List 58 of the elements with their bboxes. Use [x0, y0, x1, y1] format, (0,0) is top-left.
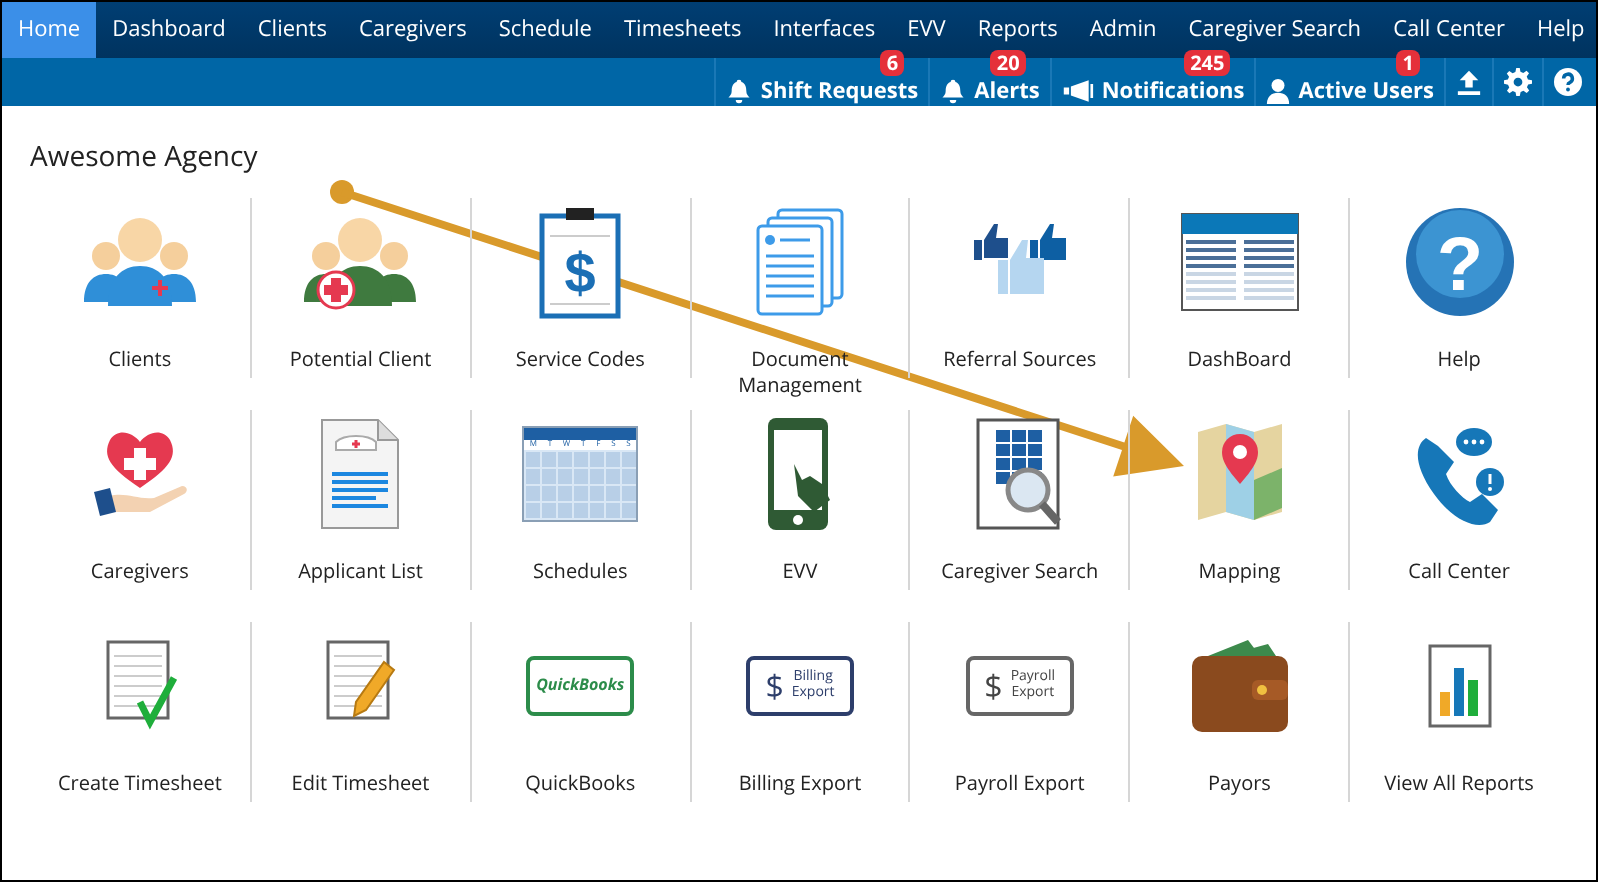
app-tile[interactable]: Document Management — [691, 198, 909, 398]
toolbar-button[interactable]: Notifications 245 — [1049, 58, 1255, 106]
dollar-sign: $ — [765, 670, 784, 702]
smartphone-touch-icon — [765, 416, 834, 532]
app-tile[interactable]: Potential Client — [251, 198, 470, 372]
toolbar-button[interactable]: Shift Requests 6 — [714, 58, 929, 106]
calendar-grid-drawing — [524, 450, 637, 520]
logo-text: QuickBooks — [536, 674, 625, 698]
nav-tab[interactable]: Admin — [1073, 2, 1173, 58]
megaphone-icon — [1061, 78, 1094, 104]
toolbar-button[interactable]: Active Users 1 — [1254, 58, 1444, 106]
app-tile[interactable]: Caregivers — [30, 410, 250, 584]
wallet-icon — [1187, 636, 1292, 736]
user-icon — [1266, 78, 1291, 104]
dollar-sign: $ — [984, 670, 1003, 702]
app-tile[interactable]: Clients — [30, 198, 250, 372]
toolbar-button[interactable]: Alerts 20 — [928, 58, 1050, 106]
bell-icon — [940, 78, 967, 104]
nav-tab[interactable]: Help — [1520, 2, 1596, 58]
app-tile[interactable]: Referral Sources — [910, 198, 1129, 372]
agency-title: Awesome Agency — [30, 136, 260, 178]
app-tile[interactable]: DashBoard — [1130, 198, 1349, 372]
app-tile[interactable]: QuickBooks QuickBooks — [471, 622, 690, 796]
upload-icon[interactable] — [1456, 68, 1482, 96]
app-tile[interactable]: ? Help — [1350, 198, 1568, 372]
count-badge: 20 — [990, 50, 1026, 76]
bar-chart-report-icon — [1427, 644, 1492, 728]
nav-tab[interactable]: Clients — [241, 2, 343, 58]
nav-tab[interactable]: Dashboard — [96, 2, 242, 58]
table-icon — [1179, 212, 1300, 312]
nav-tab[interactable]: Schedule — [482, 2, 608, 58]
heart-in-hand-icon — [89, 428, 190, 520]
people-with-cross-icon — [304, 214, 417, 310]
app-tile[interactable]: $ Service Codes — [471, 198, 690, 372]
nav-tab[interactable]: Caregivers — [342, 2, 483, 58]
people-icon — [83, 214, 196, 310]
help-icon[interactable] — [1554, 68, 1582, 96]
app-tile[interactable]: Applicant List — [251, 410, 470, 584]
documents-icon — [753, 206, 846, 318]
app-tile[interactable]: View All Reports — [1350, 622, 1568, 796]
app-tile[interactable]: Mapping — [1130, 410, 1349, 584]
count-badge: 1 — [1396, 50, 1420, 76]
app-tile[interactable]: Call Center — [1350, 410, 1568, 584]
bell-icon — [726, 78, 753, 104]
settings-icon[interactable] — [1504, 68, 1532, 96]
magnifier-over-sheet-icon — [975, 418, 1064, 530]
app-tile[interactable]: EVV — [691, 410, 909, 584]
application-form-icon — [320, 418, 401, 530]
app-tile[interactable]: Edit Timesheet — [251, 622, 470, 796]
count-badge: 6 — [880, 50, 905, 76]
question-mark: ? — [1435, 224, 1483, 308]
nav-tab[interactable]: Timesheets — [607, 2, 758, 58]
app-tile[interactable]: Create Timesheet — [30, 622, 250, 796]
app-tile[interactable]: Caregiver Search — [910, 410, 1129, 584]
clipboard-clip — [566, 208, 595, 220]
app-tile[interactable]: Payors — [1130, 622, 1349, 796]
dollar-sign: $ — [564, 242, 596, 304]
count-badge: 245 — [1184, 50, 1231, 76]
